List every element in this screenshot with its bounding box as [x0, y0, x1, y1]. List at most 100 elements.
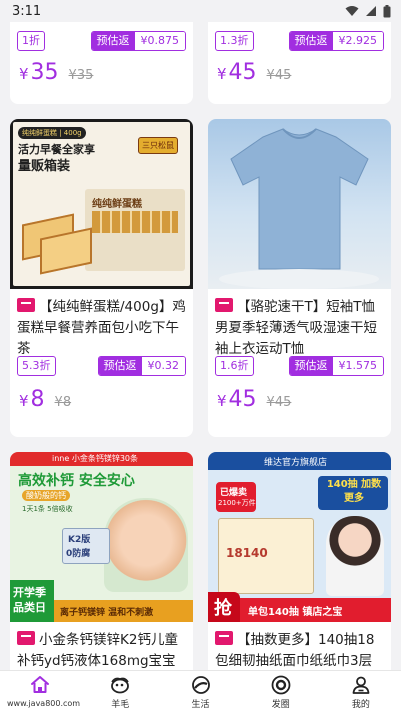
tag-row: 1.3折 预估返 ¥2.925	[208, 30, 391, 52]
cake-slices	[22, 211, 92, 275]
rebate-badge: 预估返 ¥0.32	[97, 356, 186, 376]
nav-item-wool[interactable]: 羊毛	[80, 671, 160, 714]
product-title: 小金条钙镁锌K2钙儿童补钙yd钙液体168mg宝宝	[10, 622, 193, 670]
tag-row: 5.3折 预估返 ¥0.32	[10, 355, 193, 377]
currency-symbol: ¥	[19, 65, 29, 83]
tshirt-illustration	[219, 128, 379, 289]
currency-symbol: ¥	[217, 392, 227, 410]
rebate-badge: 预估返 ¥0.875	[90, 31, 186, 51]
price-row: ¥ 35 ¥35	[10, 60, 193, 100]
rebate-label: 预估返	[289, 357, 333, 375]
status-time: 3:11	[12, 3, 42, 19]
rebate-badge: 预估返 ¥2.925	[288, 31, 384, 51]
wifi-icon	[345, 6, 359, 16]
nav-item-profile[interactable]: 我的	[321, 671, 401, 714]
price-row: ¥ 8 ¥8	[10, 387, 193, 427]
tissue-pack-label: 18140	[226, 546, 268, 560]
product-title: 【骆驼速干T】短袖T恤男夏季轻薄透气吸湿速干短袖上衣运动T恤	[208, 289, 391, 357]
profile-icon	[352, 676, 370, 694]
product-title-text: 【抽数更多】140抽18包细韧抽纸面巾纸纸巾3层	[215, 632, 375, 669]
rebate-value: ¥0.875	[134, 32, 185, 50]
original-price: ¥8	[54, 395, 72, 410]
product-card-tissue[interactable]: 维达官方旗舰店 140抽 加数更多 已爆卖 2100+万件 18140 抢 单包…	[208, 452, 391, 670]
image-headline: 高效补钙 安全安心	[18, 473, 135, 489]
watermark: www.java800.com	[4, 698, 84, 709]
currency-symbol: ¥	[19, 392, 29, 410]
price: 45	[228, 60, 257, 85]
price: 8	[30, 387, 45, 412]
product-title: 【抽数更多】140抽18包细韧抽纸面巾纸纸巾3层	[208, 622, 391, 670]
product-title-text: 【纯纯鲜蛋糕/400g】鸡蛋糕早餐营养面包小吃下午茶	[17, 299, 186, 357]
tag-row: 1.6折 预估返 ¥1.575	[208, 355, 391, 377]
promo-text: 140抽 加数更多	[326, 479, 382, 504]
model-photo	[326, 516, 384, 596]
product-box-art	[92, 211, 178, 233]
rebate-value: ¥1.575	[332, 357, 383, 375]
rebate-label: 预估返	[289, 32, 333, 50]
image-badge: 纯纯鲜蛋糕 | 400g	[18, 127, 86, 139]
home-icon	[31, 676, 50, 693]
price: 35	[30, 60, 59, 85]
k2-label: K2版	[68, 535, 91, 545]
product-card-tshirt[interactable]: 【骆驼速干T】短袖T恤男夏季轻薄透气吸湿速干短袖上衣运动T恤 1.6折 预估返 …	[208, 119, 391, 437]
discount-badge: 1.3折	[215, 31, 254, 51]
qiang-text: 抢	[214, 598, 232, 619]
rebate-value: ¥2.925	[332, 32, 383, 50]
discount-badge: 1折	[17, 31, 45, 51]
k2-label: 0防腐	[66, 549, 91, 559]
product-card-cake[interactable]: 纯纯鲜蛋糕 | 400g 活力早餐全家享 量贩箱装 三只松鼠 纯纯鲜蛋糕 【纯纯…	[10, 119, 193, 437]
promo-text: 品类日	[13, 601, 46, 614]
currency-symbol: ¥	[217, 65, 227, 83]
baby-photo	[104, 498, 188, 592]
nav-label: 生活	[191, 700, 210, 710]
battery-icon	[383, 4, 391, 17]
product-title-text: 小金条钙镁锌K2钙儿童补钙yd钙液体168mg宝宝	[17, 632, 178, 669]
shop-tag-icon	[17, 631, 35, 645]
wool-icon	[111, 677, 130, 694]
store-name: 维达官方旗舰店	[264, 458, 328, 468]
sold-badge-text: 已爆卖	[220, 488, 248, 498]
tag-row: 1折 预估返 ¥0.875	[10, 30, 193, 52]
product-image[interactable]: inne 小金条钙镁锌30条 高效补钙 安全安心 酸奶般的钙 1天1条 5倍吸收…	[10, 452, 193, 622]
product-feed: 1折 预估返 ¥0.875 ¥ 35 ¥35 1.3折 预估返 ¥2.925 ¥…	[0, 0, 401, 670]
brand-logo: 三只松鼠	[138, 137, 178, 154]
image-tag: 1天1条 5倍吸收	[22, 505, 73, 513]
price-row: ¥ 45 ¥45	[208, 387, 391, 427]
circle-icon	[271, 675, 291, 695]
price: 45	[228, 387, 257, 412]
product-image[interactable]	[208, 119, 391, 289]
nav-label: 我的	[351, 700, 370, 710]
image-tag: 酸奶般的钙	[22, 490, 70, 501]
discount-badge: 1.6折	[215, 356, 254, 376]
life-icon	[191, 676, 210, 694]
nav-label: 发圈	[271, 700, 290, 710]
product-title-text: 【骆驼速干T】短袖T恤男夏季轻薄透气吸湿速干短袖上衣运动T恤	[215, 299, 377, 357]
price-row: ¥ 45 ¥45	[208, 60, 391, 100]
rebate-label: 预估返	[91, 32, 135, 50]
bottom-strip-text: 单包140抽 镇店之宝	[248, 607, 343, 618]
bottom-strip-text: 离子钙镁锌 温和不刺激	[60, 608, 154, 618]
brand-bar-text: inne 小金条钙镁锌30条	[52, 454, 139, 463]
original-price: ¥35	[68, 68, 94, 83]
signal-icon	[366, 6, 376, 16]
nav-item-life[interactable]: 生活	[160, 671, 240, 714]
original-price: ¥45	[266, 68, 292, 83]
product-title: 【纯纯鲜蛋糕/400g】鸡蛋糕早餐营养面包小吃下午茶	[10, 289, 193, 357]
shop-tag-icon	[215, 631, 233, 645]
shop-tag-icon	[17, 298, 35, 312]
rebate-badge: 预估返 ¥1.575	[288, 356, 384, 376]
status-icons	[345, 4, 391, 18]
sold-badge-text: 2100+万件	[218, 499, 256, 507]
rebate-label: 预估返	[98, 357, 142, 375]
nav-item-circle[interactable]: 发圈	[241, 671, 321, 714]
product-box-label: 纯纯鲜蛋糕	[92, 199, 142, 210]
status-bar: 3:11	[0, 0, 401, 22]
product-card-calcium[interactable]: inne 小金条钙镁锌30条 高效补钙 安全安心 酸奶般的钙 1天1条 5倍吸收…	[10, 452, 193, 670]
rebate-value: ¥0.32	[141, 357, 185, 375]
product-image[interactable]: 维达官方旗舰店 140抽 加数更多 已爆卖 2100+万件 18140 抢 单包…	[208, 452, 391, 622]
nav-label: 羊毛	[111, 700, 130, 710]
original-price: ¥45	[266, 395, 292, 410]
product-image[interactable]: 纯纯鲜蛋糕 | 400g 活力早餐全家享 量贩箱装 三只松鼠 纯纯鲜蛋糕	[10, 119, 193, 289]
image-subheadline: 量贩箱装	[18, 159, 71, 174]
promo-text: 开学季	[13, 586, 46, 599]
